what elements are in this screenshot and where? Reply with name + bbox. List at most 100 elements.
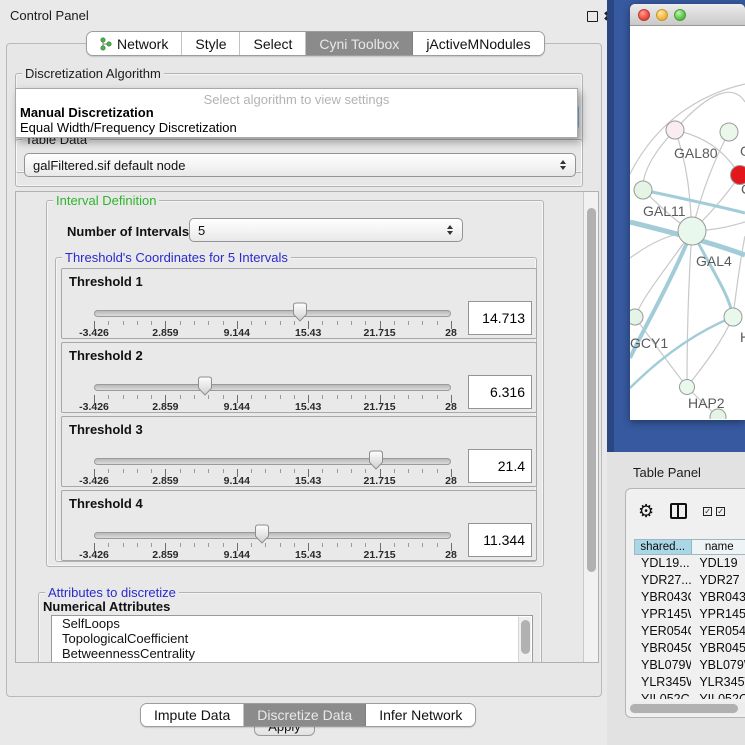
- threshold-label: Threshold 2: [69, 348, 143, 363]
- minimize-window-icon[interactable]: [656, 9, 668, 21]
- network-window[interactable]: GAL80GACGAL11GAL4GCY1HHAP2: [630, 4, 745, 420]
- table-row[interactable]: YBL079WYBL079W: [634, 657, 745, 674]
- tick-label: -3.426: [79, 549, 109, 561]
- table-cell: YBR045C: [634, 640, 691, 657]
- float-window-button[interactable]: [587, 11, 598, 22]
- table-cell: YDR27: [691, 572, 745, 589]
- threshold-slider-track[interactable]: [94, 458, 451, 465]
- threshold-panel-2: Threshold 2-3.4262.8599.14415.4321.71528…: [61, 342, 537, 413]
- number-of-intervals-combobox[interactable]: 5: [189, 218, 463, 242]
- node-label: H: [740, 329, 745, 345]
- threshold-slider-track[interactable]: [94, 310, 451, 317]
- table-row[interactable]: YIL052CYIL052C: [634, 691, 745, 699]
- tick-label: 2.859: [152, 549, 178, 561]
- network-node[interactable]: [666, 121, 684, 139]
- tick-label: 21.715: [364, 475, 396, 487]
- tab-label: Network: [117, 36, 168, 52]
- table-cell: YBL079W: [691, 657, 745, 674]
- table-row[interactable]: YPR145WYPR145W: [634, 606, 745, 623]
- close-window-icon[interactable]: [638, 9, 650, 21]
- tab-cyni-toolbox[interactable]: Cyni Toolbox: [306, 32, 413, 55]
- attribute-list-item[interactable]: SelfLoops: [52, 616, 532, 631]
- cyni-toolbox-panel: Discretization Algorithm Select algorith…: [6, 43, 602, 697]
- table-header-row: shared...name: [634, 539, 745, 555]
- network-node[interactable]: [724, 308, 742, 326]
- attribute-list-item[interactable]: TopologicalCoefficient: [52, 631, 532, 646]
- tick-label: 2.859: [152, 401, 178, 413]
- table-row[interactable]: YER054CYER054C: [634, 623, 745, 640]
- interval-definition-group: Interval Definition Number of Intervals …: [46, 200, 544, 567]
- tab-discretize-data[interactable]: Discretize Data: [244, 704, 366, 726]
- tab-jactivemnodules[interactable]: jActiveMNodules: [413, 32, 543, 55]
- network-node[interactable]: [680, 380, 695, 395]
- numerical-attributes-list[interactable]: SelfLoopsTopologicalCoefficientBetweenne…: [51, 615, 533, 663]
- threshold-value-field[interactable]: 6.316: [468, 375, 532, 409]
- tick-label: 9.144: [224, 549, 250, 561]
- network-edge: [733, 236, 745, 317]
- tick-label: 21.715: [364, 549, 396, 561]
- table-column-header[interactable]: name: [692, 540, 745, 554]
- table-row[interactable]: YBR045CYBR045C: [634, 640, 745, 657]
- table-row[interactable]: YDL19...YDL19: [634, 555, 745, 572]
- network-node[interactable]: [720, 123, 738, 141]
- thresholds-group-label: Threshold's Coordinates for 5 Intervals: [62, 250, 291, 265]
- threshold-slider-thumb[interactable]: [197, 376, 213, 396]
- threshold-value-field[interactable]: 11.344: [468, 523, 532, 557]
- threshold-slider-thumb[interactable]: [368, 450, 384, 470]
- table-row[interactable]: YDR27...YDR27: [634, 572, 745, 589]
- tick-label: 2.859: [152, 327, 178, 339]
- attribute-list-item[interactable]: BetweennessCentrality: [52, 646, 532, 661]
- network-node[interactable]: [630, 309, 643, 325]
- table-column-header[interactable]: shared...: [635, 540, 692, 554]
- control-panel: Control Panel ✖ NetworkStyleSelectCyni T…: [0, 0, 620, 745]
- threshold-slider-track[interactable]: [94, 532, 451, 539]
- table-data-combobox[interactable]: galFiltered.sif default node: [24, 153, 576, 177]
- node-label: GCY1: [630, 335, 668, 351]
- table-data-group: Table Data galFiltered.sif default node: [15, 139, 583, 187]
- tick-label: -3.426: [79, 401, 109, 413]
- number-of-intervals-label: Number of Intervals: [67, 224, 189, 239]
- table-row[interactable]: YBR043CYBR043C: [634, 589, 745, 606]
- gear-icon[interactable]: ⚙: [638, 502, 654, 520]
- tab-select[interactable]: Select: [240, 32, 306, 55]
- tab-style[interactable]: Style: [182, 32, 240, 55]
- table-panel-container: ⚙ ✓✓ shared...name YDL19...YDL19YDR27...…: [625, 488, 745, 718]
- tab-impute-data[interactable]: Impute Data: [141, 704, 244, 726]
- tab-infer-network[interactable]: Infer Network: [366, 704, 475, 726]
- menu-item-manual-discretization[interactable]: Manual Discretization: [16, 105, 577, 120]
- network-canvas[interactable]: GAL80GACGAL11GAL4GCY1HHAP2: [630, 26, 745, 419]
- threshold-slider-track[interactable]: [94, 384, 451, 391]
- slider-ticks: [94, 321, 451, 329]
- threshold-label: Threshold 3: [69, 422, 143, 437]
- tick-label: 28: [445, 327, 457, 339]
- threshold-value-field[interactable]: 21.4: [468, 449, 532, 483]
- slider-ticks: [94, 543, 451, 551]
- node-label: GAL80: [674, 145, 718, 161]
- table-horizontal-scrollbar[interactable]: [628, 702, 745, 714]
- network-window-titlebar[interactable]: [630, 4, 745, 26]
- panel-scrollbar[interactable]: [583, 192, 598, 662]
- select-columns-icon[interactable]: ✓✓: [703, 507, 725, 516]
- threshold-value-field[interactable]: 14.713: [468, 301, 532, 335]
- network-node[interactable]: [634, 181, 652, 199]
- tick-label: 15.43: [295, 475, 321, 487]
- attributes-group-label: Attributes to discretize: [45, 585, 179, 600]
- table-cell: YBR043C: [691, 589, 745, 606]
- numerical-attributes-label: Numerical Attributes: [43, 599, 170, 614]
- table-cell: YPR145W: [634, 606, 691, 623]
- top-tab-bar: Network StyleSelectCyni ToolboxjActiveMNo…: [86, 31, 545, 56]
- tab-label: Discretize Data: [257, 707, 352, 723]
- network-node[interactable]: [678, 217, 706, 245]
- menu-item-equal-width-discretization[interactable]: Equal Width/Frequency Discretization: [16, 120, 577, 135]
- threshold-slider-thumb[interactable]: [254, 524, 270, 544]
- panel-title: Control Panel: [10, 8, 89, 23]
- list-scrollbar[interactable]: [518, 617, 531, 663]
- threshold-slider-thumb[interactable]: [292, 302, 308, 322]
- slider-ticks: [94, 395, 451, 403]
- table-row[interactable]: YLR345WYLR345W: [634, 674, 745, 691]
- columns-icon[interactable]: [670, 503, 687, 519]
- tick-label: 15.43: [295, 327, 321, 339]
- table-cell: YBR043C: [634, 589, 691, 606]
- tab-network[interactable]: Network: [87, 32, 182, 55]
- zoom-window-icon[interactable]: [674, 9, 686, 21]
